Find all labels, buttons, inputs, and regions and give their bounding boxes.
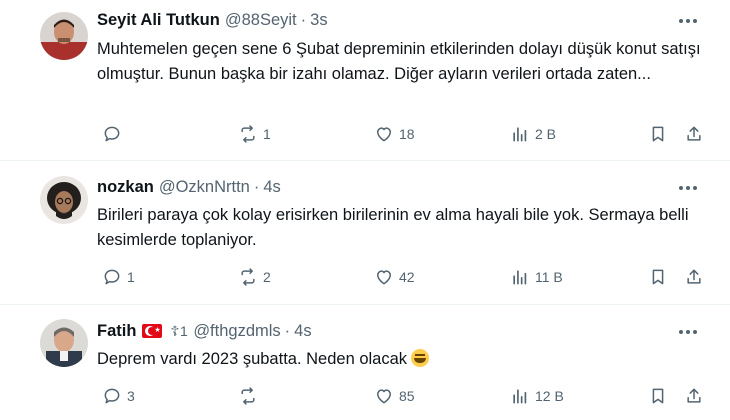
reply-button[interactable]: 3 <box>97 385 135 407</box>
share-icon <box>684 267 704 287</box>
timestamp[interactable]: 4s <box>294 322 311 341</box>
like-count: 18 <box>399 126 415 142</box>
separator-dot: · <box>253 177 260 196</box>
avatar[interactable] <box>40 319 88 367</box>
share-icon <box>684 386 704 406</box>
bookmark-icon <box>648 124 668 144</box>
repost-count: 1 <box>263 126 271 142</box>
reply-count: 1 <box>127 269 135 285</box>
share-button[interactable] <box>679 385 704 407</box>
views-button[interactable]: 11 B <box>505 266 563 288</box>
more-icon[interactable] <box>676 322 700 342</box>
reply-icon <box>102 386 122 406</box>
like-button[interactable]: 42 <box>369 266 415 288</box>
tweet-actions: 1 18 2 B <box>97 123 707 145</box>
heart-icon <box>374 267 394 287</box>
author-name[interactable]: Seyit Ali Tutkun <box>97 11 220 30</box>
like-button[interactable]: 85 <box>369 385 415 407</box>
heart-icon <box>374 124 394 144</box>
avatar[interactable] <box>40 176 88 224</box>
tweet-text: Birileri paraya çok kolay erisirken biri… <box>97 206 689 249</box>
grinning-face-icon <box>411 349 430 367</box>
author-handle[interactable]: @fthgzdmls <box>193 322 280 341</box>
views-icon <box>510 267 530 287</box>
more-icon[interactable] <box>676 178 700 198</box>
reply-button[interactable] <box>97 123 127 145</box>
like-count: 42 <box>399 269 415 285</box>
tweet-feed: Seyit Ali Tutkun @88Seyit · 3s Muhtemele… <box>0 0 730 420</box>
separator-dot: · <box>300 10 307 29</box>
views-count: 2 B <box>535 126 557 142</box>
share-button[interactable] <box>679 266 704 288</box>
bookmark-button[interactable] <box>643 266 668 288</box>
repost-count: 2 <box>263 269 271 285</box>
tweet-actions: 3 85 12 B <box>97 385 707 407</box>
tweet-header: Seyit Ali Tutkun @88Seyit · 3s <box>97 9 328 31</box>
tweet-header: Fatih ★ ☦1 @fthgzdmls · 4s <box>97 320 312 342</box>
repost-button[interactable]: 1 <box>233 123 271 145</box>
like-button[interactable]: 18 <box>369 123 415 145</box>
turkey-flag-icon: ★ <box>142 324 163 338</box>
share-button[interactable] <box>679 123 704 145</box>
views-button[interactable]: 12 B <box>505 385 564 407</box>
views-count: 12 B <box>535 388 564 404</box>
views-button[interactable]: 2 B <box>505 123 556 145</box>
reply-button[interactable]: 1 <box>97 266 135 288</box>
profile-badge: ☦1 <box>170 322 189 339</box>
tweet-header: nozkan @OzknNrttn · 4s <box>97 176 281 198</box>
tweet[interactable]: nozkan @OzknNrttn · 4s Birileri paraya ç… <box>0 161 730 304</box>
timestamp[interactable]: 4s <box>263 178 280 197</box>
reply-icon <box>102 124 122 144</box>
avatar[interactable] <box>40 12 88 60</box>
author-name[interactable]: Fatih <box>97 322 136 341</box>
repost-button[interactable] <box>233 385 263 407</box>
views-count: 11 B <box>535 269 563 285</box>
bookmark-button[interactable] <box>643 385 668 407</box>
tweet-text: Deprem vardı 2023 şubatta. Neden olacak <box>97 347 707 372</box>
author-name[interactable]: nozkan <box>97 178 154 197</box>
views-icon <box>510 386 530 406</box>
like-count: 85 <box>399 388 415 404</box>
reply-icon <box>102 267 122 287</box>
more-icon[interactable] <box>676 11 700 31</box>
repost-button[interactable]: 2 <box>233 266 271 288</box>
tweet[interactable]: Seyit Ali Tutkun @88Seyit · 3s Muhtemele… <box>0 0 730 160</box>
heart-icon <box>374 386 394 406</box>
author-handle[interactable]: @OzknNrttn <box>159 178 250 197</box>
flag-star: ★ <box>154 327 161 334</box>
repost-icon <box>238 386 258 406</box>
tweet-text: Muhtemelen geçen sene 6 Şubat depreminin… <box>97 40 701 83</box>
repost-icon <box>238 124 258 144</box>
repost-icon <box>238 267 258 287</box>
separator-dot: · <box>284 321 291 340</box>
reply-count: 3 <box>127 388 135 404</box>
bookmark-icon <box>648 267 668 287</box>
bookmark-button[interactable] <box>643 123 668 145</box>
timestamp[interactable]: 3s <box>310 11 327 30</box>
share-icon <box>684 124 704 144</box>
author-handle[interactable]: @88Seyit <box>225 11 297 30</box>
tweet[interactable]: Fatih ★ ☦1 @fthgzdmls · 4s Deprem vardı … <box>0 305 730 420</box>
views-icon <box>510 124 530 144</box>
tweet-text-content: Deprem vardı 2023 şubatta. Neden olacak <box>97 350 408 368</box>
tweet-actions: 1 2 42 11 B <box>97 266 707 288</box>
bookmark-icon <box>648 386 668 406</box>
